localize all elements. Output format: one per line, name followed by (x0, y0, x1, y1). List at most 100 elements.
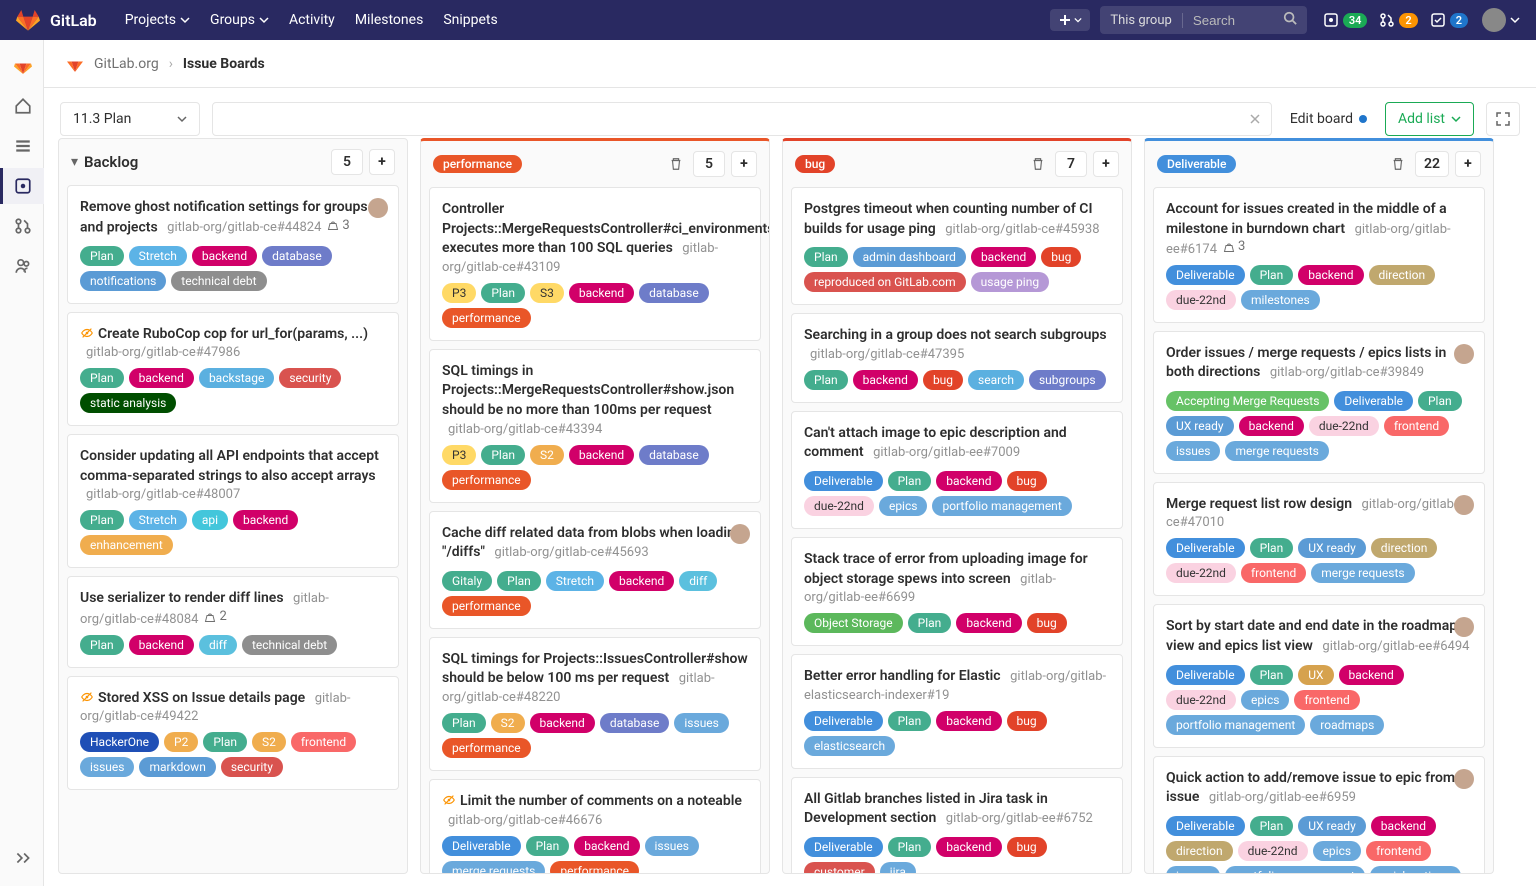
add-list-button[interactable]: Add list (1385, 102, 1474, 136)
issue-card[interactable]: Limit the number of comments on a noteab… (429, 779, 761, 873)
issue-label[interactable]: backend (956, 613, 1021, 633)
issue-label[interactable]: merge requests (1225, 441, 1328, 461)
issue-card[interactable]: SQL timings for Projects::IssuesControll… (429, 637, 761, 771)
issue-label[interactable]: due-22nd (1166, 290, 1236, 310)
search-scope[interactable]: This group (1100, 13, 1182, 28)
issue-label[interactable]: Accepting Merge Requests (1166, 391, 1329, 411)
nav-snippets[interactable]: Snippets (433, 12, 507, 28)
issue-label[interactable]: backend (936, 837, 1001, 857)
rail-members[interactable] (0, 248, 44, 284)
issue-label[interactable]: Plan (804, 247, 848, 267)
issue-label[interactable]: usage ping (971, 272, 1049, 292)
issue-label[interactable]: P3 (442, 283, 476, 303)
issue-label[interactable]: Deliverable (804, 471, 883, 491)
issue-label[interactable]: due-22nd (1238, 841, 1308, 861)
nav-todos[interactable]: 2 (1430, 12, 1468, 28)
search-icon[interactable] (1273, 11, 1307, 29)
issue-label[interactable]: direction (1166, 841, 1233, 861)
issue-label[interactable]: frontend (291, 732, 356, 752)
issue-label[interactable]: S2 (491, 713, 525, 733)
delete-list-button[interactable] (663, 151, 689, 177)
issue-label[interactable]: performance (442, 596, 531, 616)
issue-label[interactable]: customer (804, 862, 875, 873)
assignee-avatar[interactable] (1454, 769, 1474, 789)
issue-label[interactable]: Deliverable (804, 711, 883, 731)
issue-label[interactable]: Plan (908, 613, 952, 633)
issue-label[interactable]: Stretch (129, 510, 187, 530)
issue-label[interactable]: bug (1041, 247, 1081, 267)
rail-epics[interactable] (0, 128, 44, 164)
nav-projects[interactable]: Projects (115, 12, 200, 28)
issue-label[interactable]: Plan (481, 283, 525, 303)
rail-issues[interactable] (0, 168, 44, 204)
issue-label[interactable]: backend (853, 370, 918, 390)
issue-label[interactable]: backend (609, 571, 674, 591)
issue-label[interactable]: backend (1371, 816, 1436, 836)
nav-issues[interactable]: 34 (1323, 12, 1368, 28)
issue-card[interactable]: Account for issues created in the middle… (1153, 187, 1485, 323)
issue-label[interactable]: Plan (80, 510, 124, 530)
issue-label[interactable]: security (221, 757, 283, 777)
issue-label[interactable]: issues (645, 836, 699, 856)
issue-label[interactable]: bug (1027, 613, 1067, 633)
assignee-avatar[interactable] (1454, 344, 1474, 364)
issue-label[interactable]: portfolio management (932, 496, 1071, 516)
issue-card[interactable]: SQL timings in Projects::MergeRequestsCo… (429, 349, 761, 503)
issue-label[interactable]: enhancement (80, 535, 173, 555)
issue-label[interactable]: static analysis (80, 393, 176, 413)
issue-label[interactable]: direction (1369, 265, 1436, 285)
issue-label[interactable]: quick actions (1370, 866, 1461, 873)
issue-label[interactable]: portfolio management (1225, 866, 1364, 873)
issue-label[interactable]: Plan (497, 571, 541, 591)
issue-label[interactable]: due-22nd (804, 496, 874, 516)
issue-label[interactable]: epics (1241, 690, 1290, 710)
issue-label[interactable]: issues (674, 713, 728, 733)
issue-card[interactable]: Quick action to add/remove issue to epic… (1153, 756, 1485, 873)
issue-card[interactable]: Merge request list row design gitlab-org… (1153, 482, 1485, 597)
issue-label[interactable]: bug (1007, 711, 1047, 731)
issue-label[interactable]: Deliverable (1166, 265, 1245, 285)
assignee-avatar[interactable] (1454, 495, 1474, 515)
add-issue-button[interactable]: + (1093, 151, 1119, 177)
issue-label[interactable]: Plan (80, 368, 124, 388)
rail-home[interactable] (0, 88, 44, 124)
issue-card[interactable]: All Gitlab branches listed in Jira task … (791, 777, 1123, 873)
issue-label[interactable]: frontend (1241, 563, 1306, 583)
issue-label[interactable]: diff (679, 571, 717, 591)
issue-label[interactable]: Stretch (546, 571, 604, 591)
issue-card[interactable]: Searching in a group does not search sub… (791, 313, 1123, 403)
issue-card[interactable]: Consider updating all API endpoints that… (67, 434, 399, 568)
issue-label[interactable]: Plan (526, 836, 570, 856)
issue-label[interactable]: frontend (1294, 690, 1359, 710)
issue-label[interactable]: backend (936, 711, 1001, 731)
issue-label[interactable]: technical debt (171, 271, 266, 291)
issue-label[interactable]: diff (199, 635, 237, 655)
nav-groups[interactable]: Groups (200, 12, 279, 28)
fullscreen-button[interactable] (1486, 102, 1520, 136)
issue-label[interactable]: merge requests (1311, 563, 1414, 583)
issue-label[interactable]: backend (1239, 416, 1304, 436)
board-selector[interactable]: 11.3 Plan (60, 102, 200, 136)
issue-label[interactable]: Deliverable (1166, 816, 1245, 836)
issue-label[interactable]: issues (1166, 866, 1220, 873)
issue-label[interactable]: frontend (1366, 841, 1431, 861)
collapse-icon[interactable]: ▾ (71, 154, 78, 170)
issue-label[interactable]: bug (1007, 837, 1047, 857)
issue-label[interactable]: Plan (80, 246, 124, 266)
issue-label[interactable]: portfolio management (1166, 715, 1305, 735)
issue-label[interactable]: backend (129, 368, 194, 388)
issue-card[interactable]: Cache diff related data from blobs when … (429, 511, 761, 629)
issue-label[interactable]: Plan (1250, 816, 1294, 836)
issue-label[interactable]: backend (971, 247, 1036, 267)
issue-label[interactable]: due-22nd (1309, 416, 1379, 436)
nav-merge-requests[interactable]: 2 (1379, 12, 1417, 28)
issue-label[interactable]: Plan (1250, 665, 1294, 685)
issue-label[interactable]: Deliverable (1166, 538, 1245, 558)
issue-label[interactable]: jira (880, 862, 916, 873)
issue-label[interactable]: issues (1166, 441, 1220, 461)
issue-label[interactable]: epics (879, 496, 928, 516)
issue-card[interactable]: Sort by start date and end date in the r… (1153, 604, 1485, 747)
issue-label[interactable]: database (639, 283, 709, 303)
issue-label[interactable]: backend (1298, 265, 1363, 285)
issue-label[interactable]: UX ready (1298, 816, 1366, 836)
